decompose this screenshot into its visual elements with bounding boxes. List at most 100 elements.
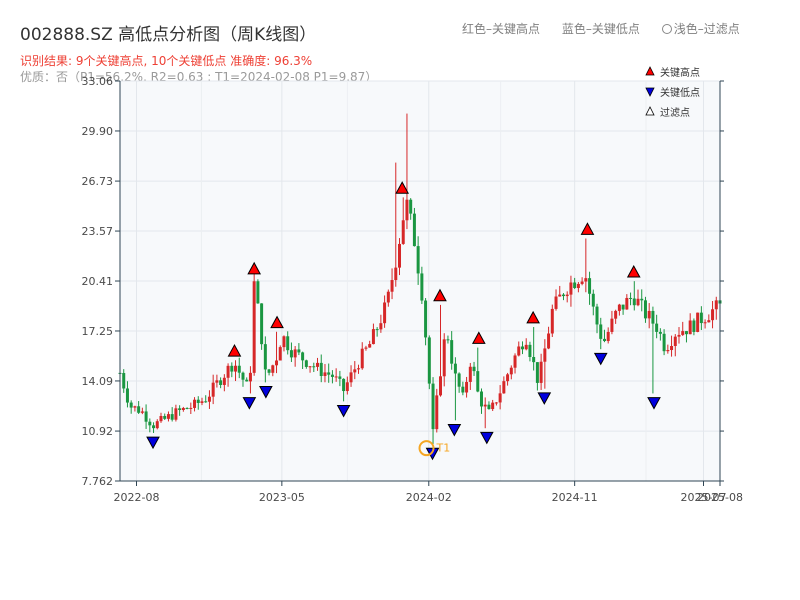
candle-body bbox=[688, 320, 692, 335]
candle-body bbox=[483, 404, 487, 407]
candle-body bbox=[662, 333, 666, 352]
candle-body bbox=[316, 362, 320, 367]
t1-label: T1 bbox=[436, 442, 451, 455]
candle-body bbox=[338, 376, 342, 379]
candle bbox=[278, 345, 282, 361]
candle-body bbox=[260, 303, 264, 345]
x-tick-label: 2022-08 bbox=[114, 491, 160, 504]
candle-body bbox=[159, 415, 163, 422]
candle-body bbox=[308, 366, 312, 368]
candle-body bbox=[286, 336, 290, 351]
candle bbox=[260, 303, 264, 350]
candle-body bbox=[427, 337, 431, 384]
candle-body bbox=[655, 323, 659, 332]
candle-body bbox=[543, 348, 547, 362]
candle-body bbox=[595, 306, 599, 325]
candle-body bbox=[342, 378, 346, 392]
candle-body bbox=[390, 280, 394, 292]
candle-body bbox=[319, 362, 323, 377]
candle-body bbox=[658, 331, 662, 334]
candle-body bbox=[472, 366, 476, 372]
candle-body bbox=[517, 346, 521, 356]
candle-body bbox=[237, 365, 241, 373]
x-tick-label: 2023-05 bbox=[259, 491, 305, 504]
candle-body bbox=[297, 349, 301, 353]
candle-body bbox=[334, 376, 338, 378]
candle-body bbox=[211, 382, 215, 397]
candle-body bbox=[520, 346, 524, 350]
candle bbox=[252, 270, 256, 376]
candle-body bbox=[278, 347, 282, 361]
candle-body bbox=[532, 356, 536, 363]
y-tick-label: 17.25 bbox=[82, 325, 114, 338]
candle-body bbox=[461, 386, 465, 393]
candle-body bbox=[215, 380, 219, 383]
candle-body bbox=[502, 381, 506, 394]
candle bbox=[696, 312, 700, 333]
candle-body bbox=[565, 294, 569, 297]
candle-body bbox=[368, 344, 372, 348]
candle-body bbox=[561, 294, 565, 297]
candle-body bbox=[528, 344, 532, 357]
candle-body bbox=[424, 300, 428, 338]
candle-body bbox=[602, 338, 606, 342]
candle-body bbox=[513, 355, 517, 368]
candle-body bbox=[625, 297, 629, 310]
candle-body bbox=[651, 310, 655, 324]
candle-body bbox=[506, 374, 510, 382]
candle-body bbox=[569, 282, 573, 295]
y-tick-label: 10.92 bbox=[82, 425, 114, 438]
candle-body bbox=[494, 402, 498, 404]
candle-body bbox=[125, 388, 129, 403]
candle-body bbox=[610, 318, 614, 332]
candle-body bbox=[647, 310, 651, 319]
candle-body bbox=[248, 372, 252, 382]
candle-body bbox=[588, 278, 592, 294]
y-tick-label: 23.57 bbox=[82, 225, 114, 238]
candle-body bbox=[275, 360, 279, 366]
legend-label-low: 关键低点 bbox=[660, 86, 700, 99]
candle-body bbox=[282, 336, 286, 348]
candle-body bbox=[226, 365, 230, 378]
candle-body bbox=[446, 339, 450, 341]
candle-body bbox=[547, 333, 551, 349]
candle-body bbox=[438, 376, 442, 396]
candle-body bbox=[364, 347, 368, 349]
x-tick-label: 2024-02 bbox=[406, 491, 452, 504]
candle-body bbox=[327, 372, 331, 375]
candle-body bbox=[524, 344, 528, 350]
x-tick-label: 2025-08 bbox=[697, 491, 743, 504]
candle bbox=[256, 279, 260, 304]
candle-body bbox=[673, 336, 677, 347]
candle-body bbox=[155, 421, 159, 429]
candle-body bbox=[241, 372, 245, 380]
legend-marker-high bbox=[645, 66, 655, 76]
candle-body bbox=[405, 199, 409, 221]
candle-body bbox=[670, 346, 674, 351]
candle-body bbox=[204, 401, 208, 403]
candle-body bbox=[181, 407, 185, 410]
candle-body bbox=[129, 402, 133, 408]
candle-body bbox=[465, 381, 469, 393]
candle-body bbox=[476, 371, 480, 392]
candle-body bbox=[234, 365, 238, 372]
candle-body bbox=[375, 329, 379, 331]
candle-body bbox=[323, 372, 327, 377]
candle-body bbox=[386, 291, 390, 303]
candle bbox=[427, 335, 431, 390]
candle-body bbox=[133, 406, 137, 408]
candle-body bbox=[684, 331, 688, 335]
candle-body bbox=[170, 414, 174, 420]
y-tick-label: 33.06 bbox=[82, 75, 114, 88]
candle-body bbox=[580, 281, 584, 284]
candle-body bbox=[498, 393, 502, 403]
candle-body bbox=[457, 373, 461, 387]
candle-body bbox=[222, 377, 226, 385]
candle-body bbox=[178, 408, 182, 410]
candle bbox=[435, 388, 439, 433]
candle-body bbox=[379, 323, 383, 330]
candle-body bbox=[558, 294, 562, 297]
candle-body bbox=[677, 334, 681, 337]
candle-body bbox=[554, 296, 558, 309]
candle-body bbox=[349, 372, 353, 383]
